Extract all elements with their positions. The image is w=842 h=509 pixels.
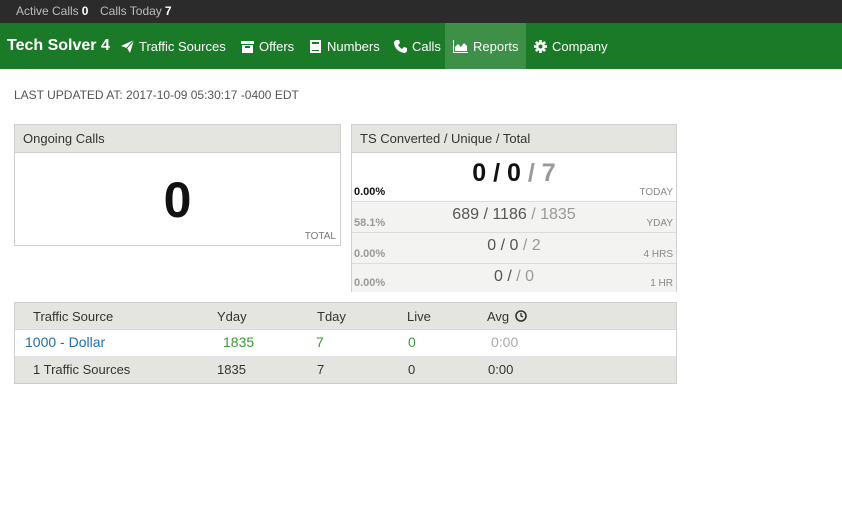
ts-converted-value: 0 <box>493 268 503 285</box>
header-yday[interactable]: Yday <box>217 309 247 324</box>
ts-values: 0 / 0 / 7 <box>472 159 556 187</box>
last-updated-text: LAST UPDATED AT: 2017-10-09 05:30:17 -04… <box>14 88 299 102</box>
header-traffic-source[interactable]: Traffic Source <box>33 309 113 324</box>
ts-total-value: 0 <box>525 268 535 285</box>
ts-unique-value: 1186 <box>492 206 527 223</box>
paper-plane-icon <box>121 39 134 53</box>
header-avg[interactable]: Avg <box>487 309 527 325</box>
nav-item-traffic-sources[interactable]: Traffic Sources <box>113 23 234 69</box>
header-tday[interactable]: Tday <box>317 309 346 324</box>
nav-item-offers[interactable]: Offers <box>233 23 302 69</box>
header-avg-label: Avg <box>487 309 510 324</box>
book-icon <box>309 39 322 53</box>
gear-icon <box>534 39 547 53</box>
ts-row-today: 0.00% 0 / 0 / 7 TODAY <box>352 153 676 201</box>
nav-item-label: Calls <box>412 38 441 54</box>
nav-item-reports[interactable]: Reports <box>445 23 526 69</box>
ts-converted-title: TS Converted / Unique / Total <box>352 125 676 153</box>
nav-item-label: Numbers <box>327 38 380 54</box>
ts-unique-value: 0 <box>509 237 519 254</box>
brand-title[interactable]: Tech Solver 4 <box>7 37 110 55</box>
active-calls-label: Active Calls <box>16 4 79 18</box>
ts-values: 0 / 0 / 2 <box>487 237 541 254</box>
cell-tday: 7 <box>316 334 324 350</box>
calls-today-label: Calls Today <box>100 4 162 18</box>
calls-today-value: 7 <box>164 4 172 18</box>
header-live[interactable]: Live <box>407 309 431 324</box>
table-footer: 1 Traffic Sources 1835 7 0 0:00 <box>15 356 676 383</box>
active-calls-stat: Active Calls 0 <box>16 4 88 18</box>
ts-period-label: YDAY <box>646 218 674 229</box>
footer-avg: 0:00 <box>488 362 514 377</box>
box-icon <box>241 40 254 53</box>
footer-live: 0 <box>408 362 416 377</box>
main-navbar: Tech Solver 4 Traffic Sources Offers Num… <box>0 23 842 69</box>
ts-total-value: 2 <box>531 237 541 254</box>
active-calls-value: 0 <box>81 4 89 18</box>
clock-icon <box>514 310 527 325</box>
traffic-source-table: Traffic Source Yday Tday Live Avg 1000 -… <box>14 302 677 384</box>
status-bar: Active Calls 0 Calls Today 7 <box>0 0 842 23</box>
ts-row-yday: 58.1% 689 / 1186 / 1835 YDAY <box>352 201 676 232</box>
nav-item-company[interactable]: Company <box>526 23 616 69</box>
footer-yday: 1835 <box>217 362 246 377</box>
ongoing-calls-value: 0 <box>163 172 192 228</box>
ts-converted-value: 689 <box>452 206 479 223</box>
ts-period-label: 4 HRS <box>643 249 673 260</box>
footer-tday: 7 <box>317 362 325 377</box>
nav-item-label: Traffic Sources <box>139 38 226 54</box>
nav-item-label: Company <box>552 38 608 54</box>
area-chart-icon <box>453 39 468 53</box>
ongoing-calls-footer: TOTAL <box>304 231 336 242</box>
ts-total-value: 7 <box>541 159 556 187</box>
nav-item-numbers[interactable]: Numbers <box>301 23 388 69</box>
ts-period-label: TODAY <box>639 187 673 198</box>
cell-live: 0 <box>408 334 416 350</box>
footer-source-count: 1 Traffic Sources <box>33 362 131 377</box>
ongoing-calls-panel: Ongoing Calls 0 TOTAL <box>14 124 341 246</box>
ongoing-calls-title: Ongoing Calls <box>15 125 340 153</box>
ts-converted-panel: TS Converted / Unique / Total 0.00% 0 / … <box>351 124 677 292</box>
ts-converted-value: 0 <box>472 159 487 187</box>
calls-today-stat: Calls Today 7 <box>100 4 172 18</box>
ts-row-4hrs: 0.00% 0 / 0 / 2 4 HRS <box>352 232 676 263</box>
ts-converted-value: 0 <box>487 237 497 254</box>
traffic-source-link[interactable]: 1000 - Dollar <box>25 334 105 350</box>
ts-values: 0 / / 0 <box>493 268 535 285</box>
nav-item-label: Reports <box>473 38 519 54</box>
cell-yday: 1835 <box>223 334 255 350</box>
ts-total-value: 1835 <box>540 206 576 223</box>
nav-item-calls[interactable]: Calls <box>386 23 449 69</box>
table-header: Traffic Source Yday Tday Live Avg <box>15 303 676 330</box>
table-row: 1000 - Dollar 1835 7 0 0:00 <box>15 330 676 356</box>
ts-row-1hr: 0.00% 0 / / 0 1 HR <box>352 263 676 292</box>
ts-period-label: 1 HR <box>650 278 673 289</box>
nav-item-label: Offers <box>259 38 295 54</box>
phone-icon <box>394 39 407 53</box>
ts-values: 689 / 1186 / 1835 <box>452 206 576 223</box>
cell-avg: 0:00 <box>491 334 519 350</box>
ts-unique-value: 0 <box>507 159 521 187</box>
